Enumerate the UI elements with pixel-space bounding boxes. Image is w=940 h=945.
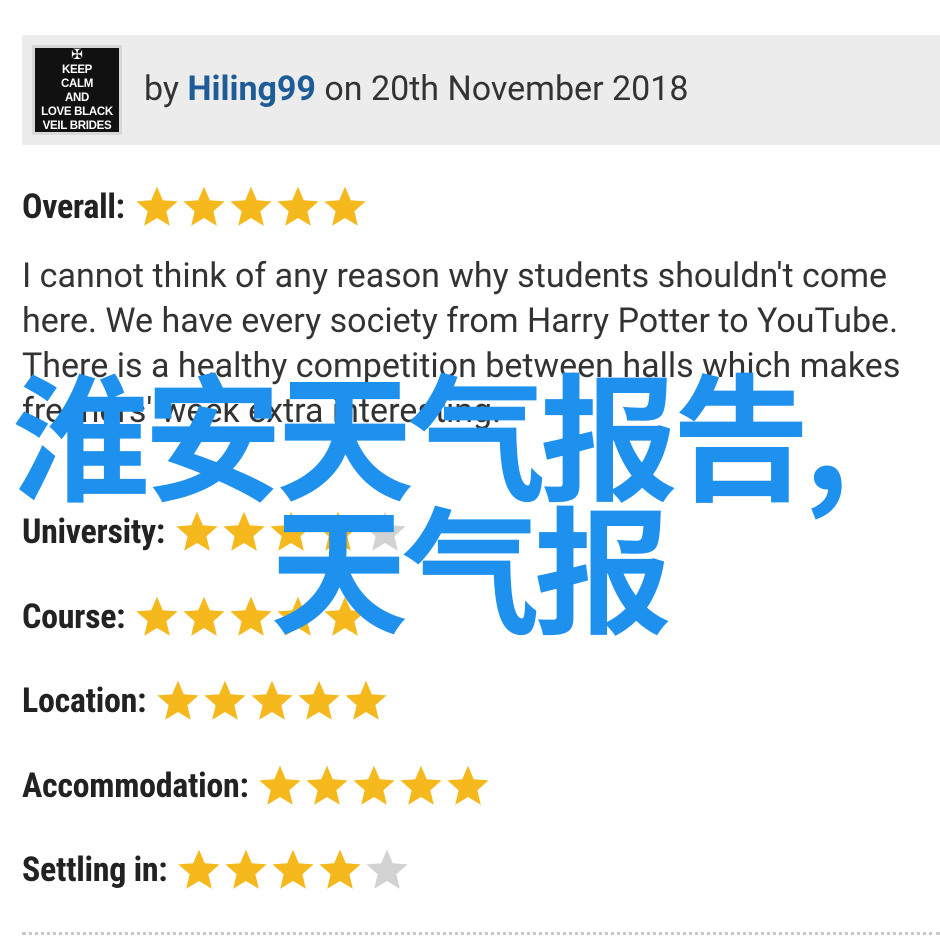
university-label: University: <box>22 512 165 552</box>
user-avatar[interactable]: ✠ KEEP CALM AND LOVE BLACK VEIL BRIDES <box>32 45 122 135</box>
star-filled-icon <box>274 183 322 231</box>
rating-row-settling-in: Settling in: <box>22 846 410 894</box>
star-filled-icon <box>175 846 223 894</box>
star-filled-icon <box>180 593 228 641</box>
avatar-line-5: VEIL BRIDES <box>42 120 112 132</box>
star-filled-icon <box>227 593 275 641</box>
star-filled-icon <box>269 846 317 894</box>
review-text: I cannot think of any reason why student… <box>22 256 901 431</box>
star-filled-icon <box>316 846 364 894</box>
star-filled-icon <box>350 762 398 810</box>
location-label: Location: <box>22 681 147 721</box>
avatar-line-4: LOVE BLACK <box>41 106 113 118</box>
star-filled-icon <box>397 762 445 810</box>
star-empty-icon <box>361 508 409 556</box>
star-filled-icon <box>220 508 268 556</box>
avatar-line-2: CALM <box>60 78 93 90</box>
star-filled-icon <box>133 183 181 231</box>
accommodation-stars <box>256 762 491 810</box>
byline-prefix: by <box>144 69 188 109</box>
review-date: on 20th November 2018 <box>315 69 689 109</box>
review-divider <box>22 932 940 935</box>
star-filled-icon <box>180 183 228 231</box>
star-filled-icon <box>444 762 492 810</box>
rating-row-accommodation: Accommodation: <box>22 762 491 810</box>
overall-label: Overall: <box>22 187 125 227</box>
star-filled-icon <box>133 593 181 641</box>
rating-row-university: University: <box>22 508 408 556</box>
star-filled-icon <box>256 762 304 810</box>
star-filled-icon <box>222 846 270 894</box>
avatar-line-3: AND <box>64 92 89 104</box>
star-filled-icon <box>314 508 362 556</box>
star-filled-icon <box>267 508 315 556</box>
avatar-line-1: KEEP <box>61 64 93 76</box>
overall-rating-row: Overall: <box>22 183 368 231</box>
star-empty-icon <box>363 846 411 894</box>
course-stars <box>133 593 368 641</box>
star-filled-icon <box>154 677 202 725</box>
star-filled-icon <box>173 508 221 556</box>
star-filled-icon <box>274 593 322 641</box>
star-filled-icon <box>227 183 275 231</box>
course-label: Course: <box>22 597 126 637</box>
star-filled-icon <box>201 677 249 725</box>
star-filled-icon <box>321 183 369 231</box>
crest-icon: ✠ <box>71 46 83 62</box>
star-filled-icon <box>295 677 343 725</box>
university-stars <box>173 508 408 556</box>
rating-row-course: Course: <box>22 593 368 641</box>
star-filled-icon <box>342 677 390 725</box>
review-header: ✠ KEEP CALM AND LOVE BLACK VEIL BRIDES b… <box>22 35 940 145</box>
review-byline: by Hiling99 on 20th November 2018 <box>144 69 688 109</box>
star-filled-icon <box>303 762 351 810</box>
location-stars <box>154 677 389 725</box>
overall-stars <box>133 183 368 231</box>
accommodation-label: Accommodation: <box>22 766 249 806</box>
rating-row-location: Location: <box>22 677 389 725</box>
settling-in-stars <box>175 846 410 894</box>
author-link[interactable]: Hiling99 <box>187 69 316 109</box>
star-filled-icon <box>321 593 369 641</box>
settling-in-label: Settling in: <box>22 850 168 890</box>
star-filled-icon <box>248 677 296 725</box>
